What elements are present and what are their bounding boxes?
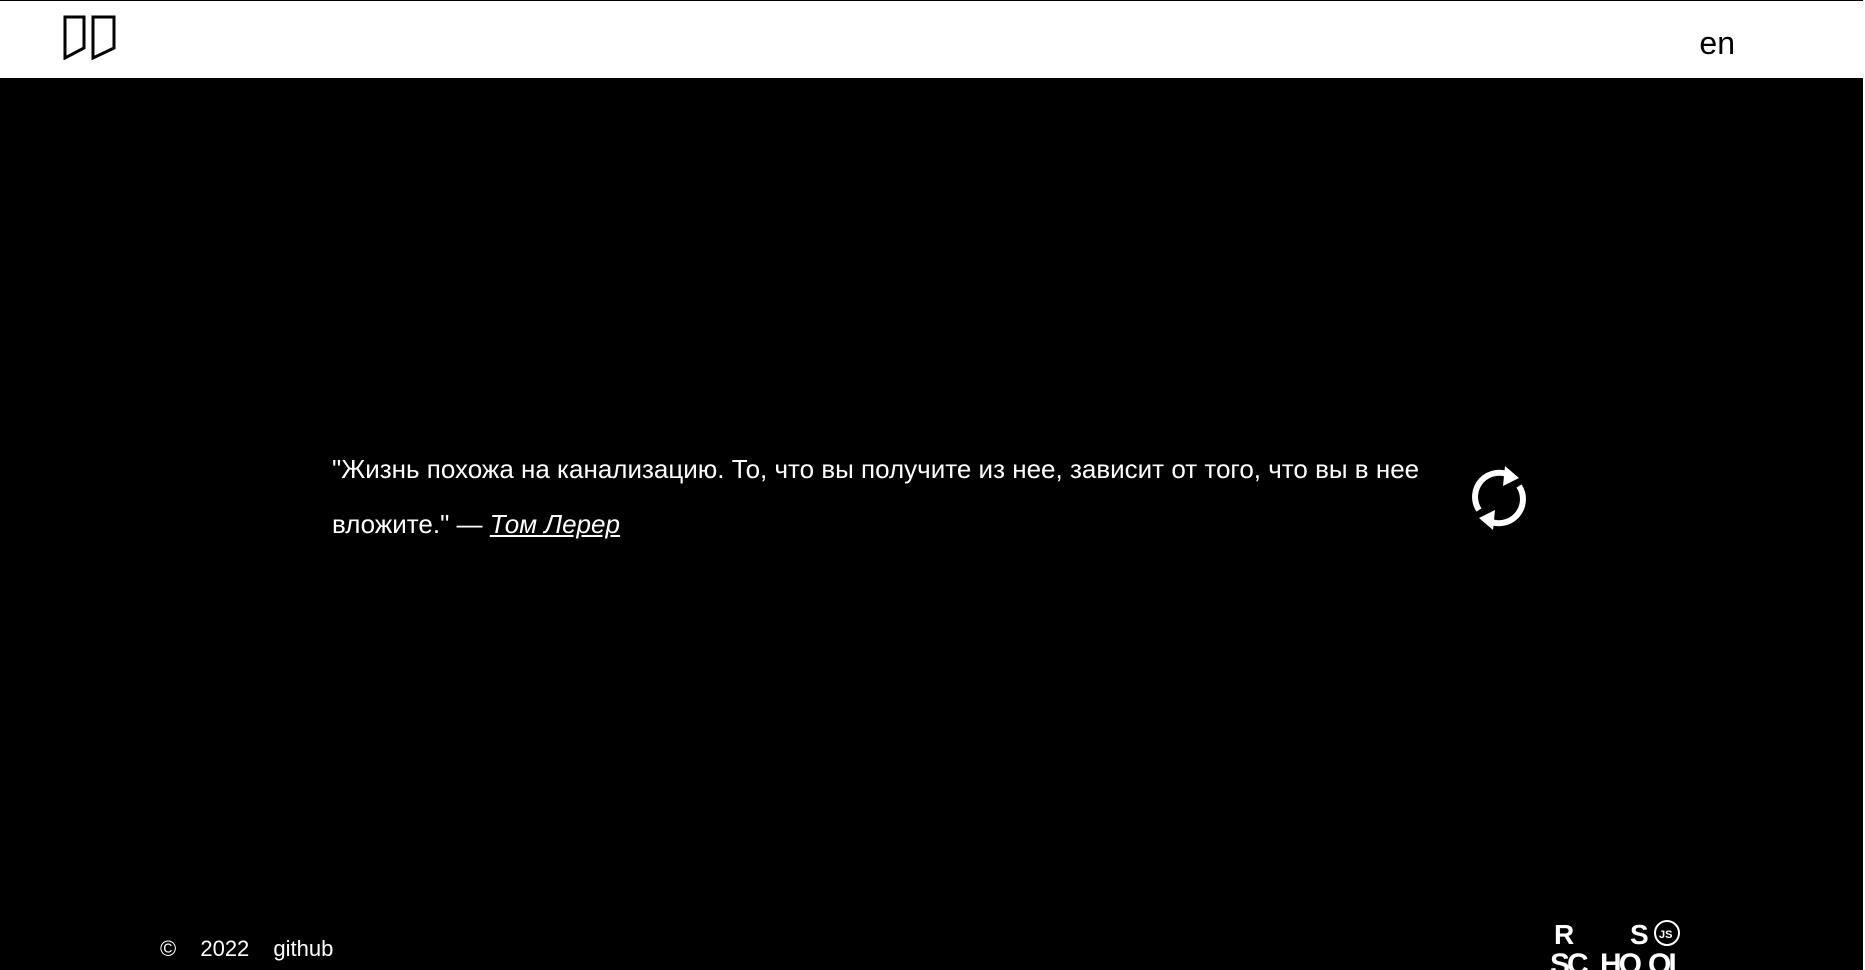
copyright-year: 2022 [200,936,250,961]
copyright-symbol: © [160,936,177,961]
github-link[interactable]: github [273,936,333,961]
logo-sc: SC [1550,948,1588,970]
logo-ho: HO [1600,948,1642,970]
refresh-icon[interactable] [1465,462,1533,534]
quote-block: "Жизнь похожа на канализацию. То, что вы… [332,442,1447,552]
rs-school-logo[interactable]: R S JS SC HO OL [1550,918,1696,970]
header: en [0,0,1865,78]
logo-ol: OL [1648,948,1686,970]
quote-separator: — [449,509,490,539]
footer: © 2022 github [160,935,333,963]
logo-letter-r: R [1554,919,1574,950]
language-switch[interactable]: en [1699,23,1735,63]
quote-author-link[interactable]: Том Лерер [490,509,620,539]
logo-letter-s: S [1630,919,1649,950]
logo-js: JS [1659,929,1672,941]
quote-marks-icon[interactable] [62,14,118,60]
